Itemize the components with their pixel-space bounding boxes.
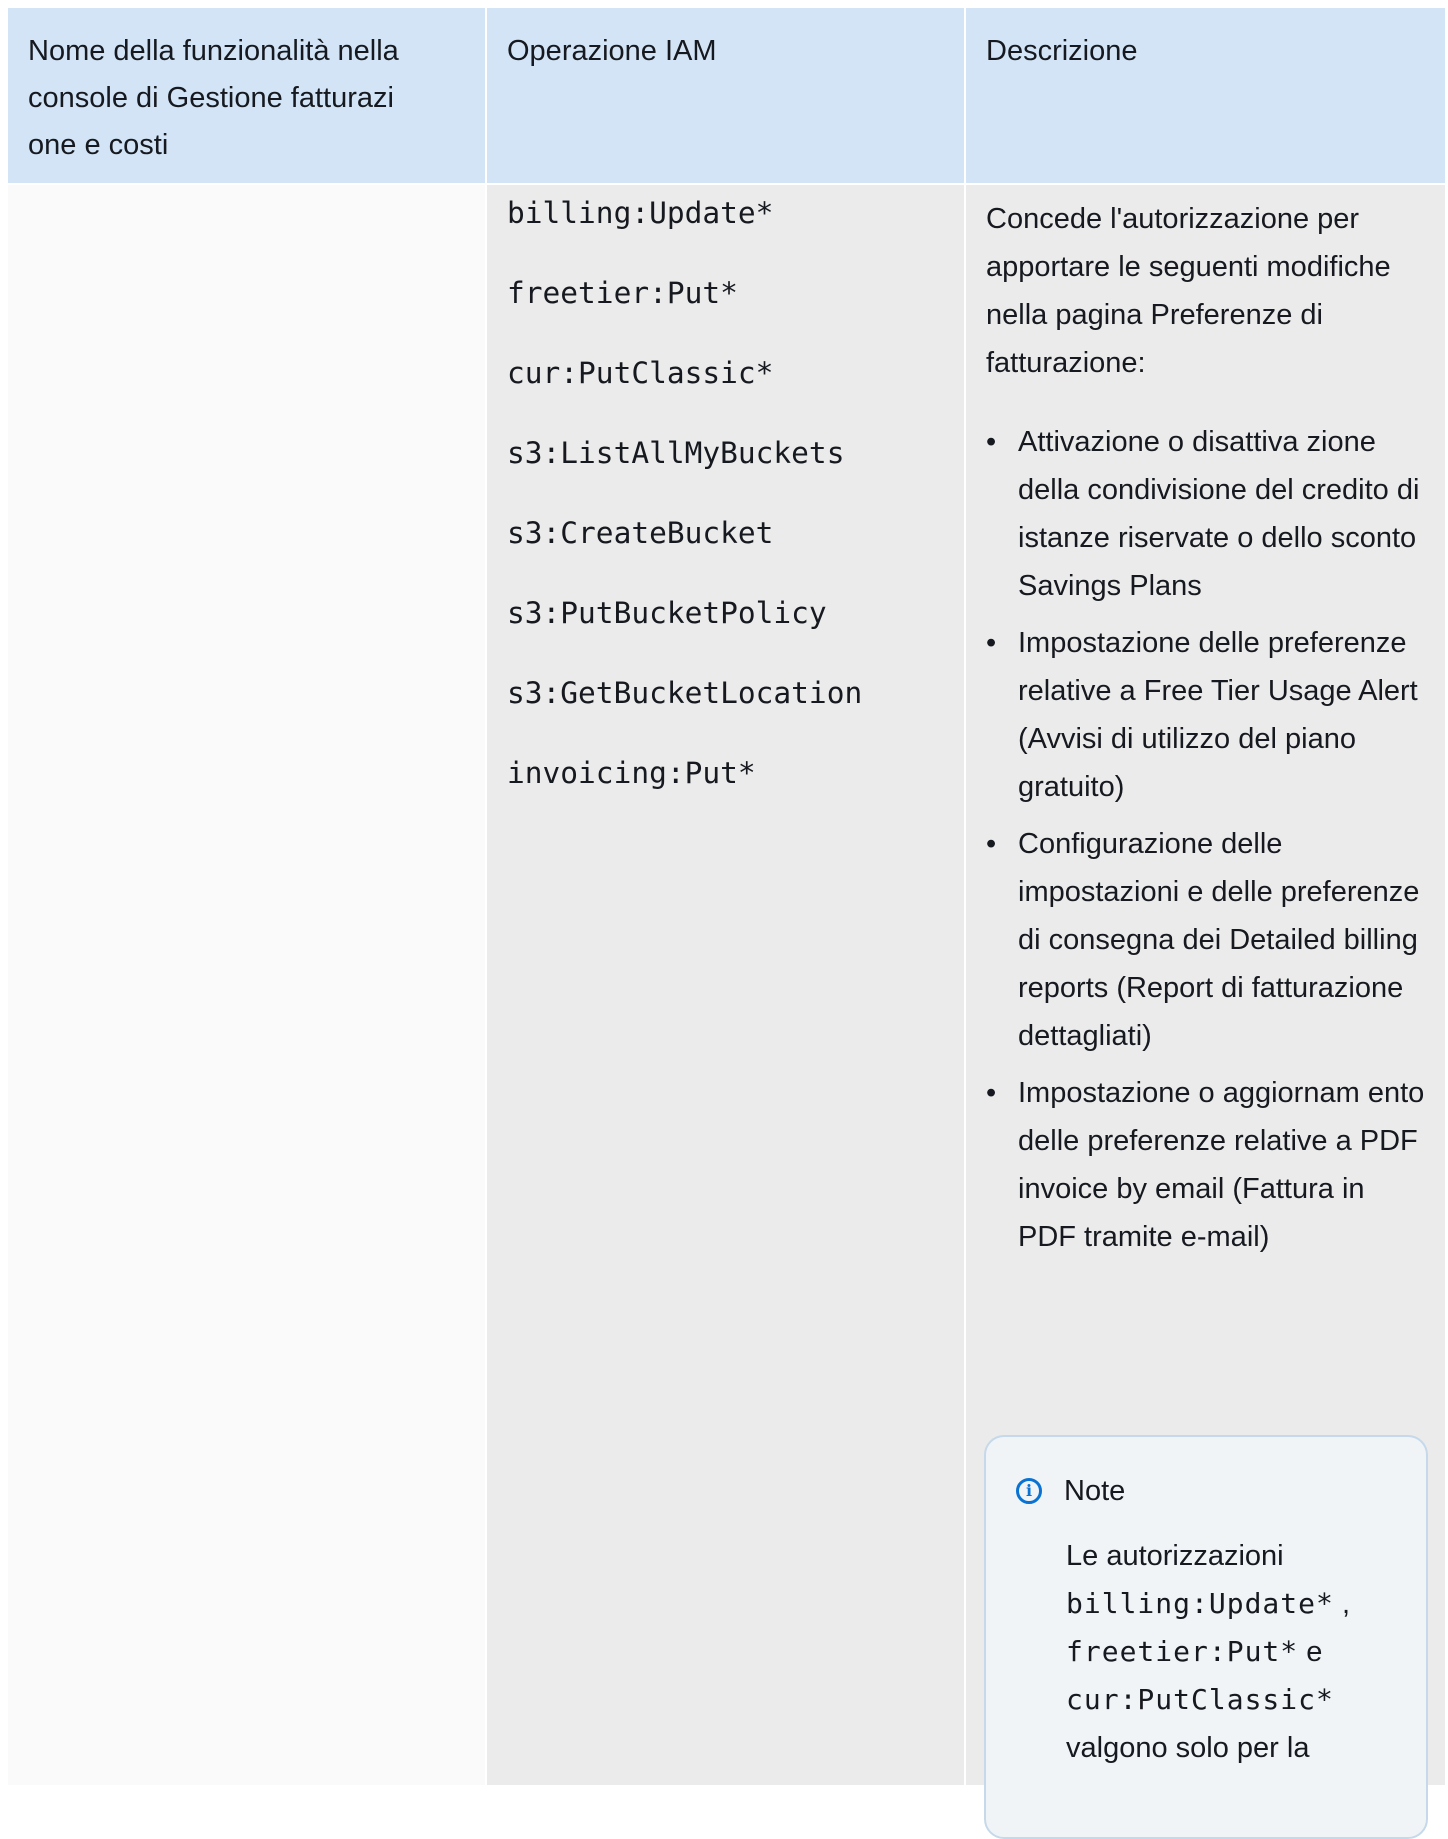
note-code: billing:Update* [1066, 1587, 1334, 1620]
note-line: billing:Update* , [1066, 1580, 1396, 1628]
header-feature-name-label: Nome della funzionalità nella console di… [28, 35, 399, 161]
iam-action-item: cur:PutClassic* [507, 356, 774, 390]
description-intro: Concede l'autorizzazione per apportare l… [986, 203, 1391, 379]
header-iam-action: Operazione IAM [487, 8, 964, 183]
iam-action-item: freetier:Put* [507, 276, 738, 310]
iam-action-item: s3:PutBucketPolicy [507, 596, 827, 630]
header-description-label: Descrizione [986, 35, 1138, 67]
info-icon: i [1016, 1478, 1042, 1504]
description-bullet: Impostazione delle preferenze relative a… [986, 619, 1426, 811]
description-content: Concede l'autorizzazione per apportare l… [986, 195, 1426, 1270]
note-title: Note [1064, 1475, 1126, 1507]
note-line: cur:PutClassic* [1066, 1676, 1396, 1724]
iam-actions-list: billing:Update* freetier:Put* cur:PutCla… [507, 193, 862, 833]
note-separator: e [1306, 1636, 1323, 1668]
note-body: Le autorizzazioni billing:Update* , free… [1066, 1532, 1396, 1772]
description-bullet: Attivazione o disattiva zione della cond… [986, 418, 1426, 610]
description-bullet: Configurazione delle impostazioni e dell… [986, 820, 1426, 1060]
iam-action-item: billing:Update* [507, 196, 774, 230]
note-line: Le autorizzazioni [1066, 1540, 1284, 1572]
note-header: i Note [1016, 1471, 1125, 1511]
note-code: cur:PutClassic* [1066, 1683, 1334, 1716]
iam-actions-cell: billing:Update* freetier:Put* cur:PutCla… [487, 185, 964, 1785]
feature-name-cell [8, 185, 485, 1785]
iam-action-item: s3:ListAllMyBuckets [507, 436, 845, 470]
note-line: freetier:Put* e [1066, 1628, 1396, 1676]
header-feature-name: Nome della funzionalità nella console di… [8, 8, 485, 183]
permissions-table: Nome della funzionalità nella console di… [8, 8, 1445, 1839]
iam-action-item: s3:GetBucketLocation [507, 676, 863, 710]
header-description: Descrizione [966, 8, 1445, 183]
description-bullet: Impostazione o aggiornam ento delle pref… [986, 1069, 1426, 1261]
note-separator: , [1341, 1588, 1350, 1620]
iam-action-item: s3:CreateBucket [507, 516, 774, 550]
note-line: valgono solo per la [1066, 1732, 1310, 1764]
header-iam-action-label: Operazione IAM [507, 35, 717, 67]
description-cell: Concede l'autorizzazione per apportare l… [966, 185, 1445, 1839]
note-callout: i Note Le autorizzazioni billing:Update*… [984, 1435, 1428, 1839]
description-bullet-list: Attivazione o disattiva zione della cond… [986, 418, 1426, 1261]
iam-action-item: invoicing:Put* [507, 756, 756, 790]
note-code: freetier:Put* [1066, 1635, 1299, 1668]
